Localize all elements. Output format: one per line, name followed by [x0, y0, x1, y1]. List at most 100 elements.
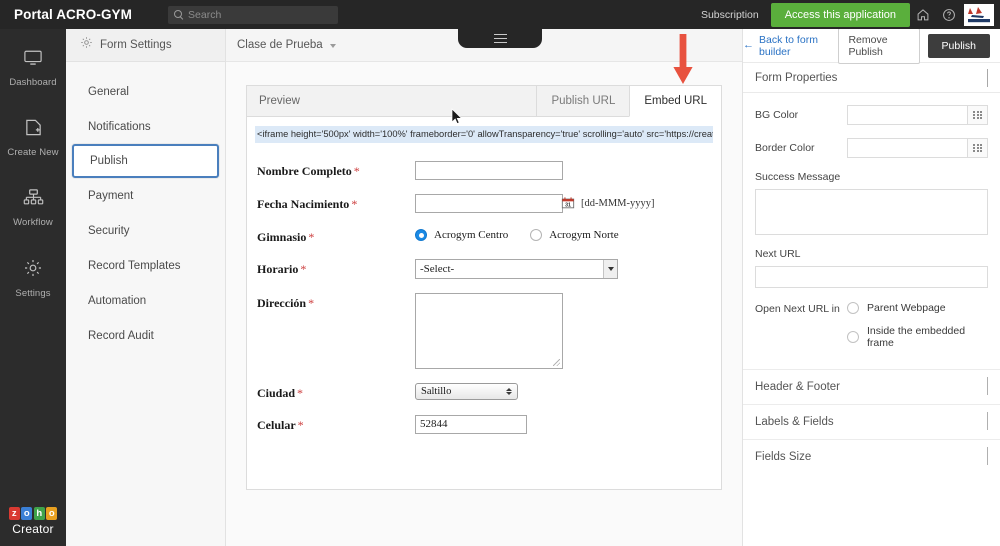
zoho-letter-o1: o	[21, 507, 33, 520]
required-marker: *	[308, 295, 315, 310]
bg-color-row: BG Color	[755, 105, 988, 125]
monitor-icon	[23, 49, 43, 72]
sidebar-item-create-new[interactable]: Create New	[0, 102, 66, 158]
sidebar-item-record-audit[interactable]: Record Audit	[66, 318, 225, 353]
svg-text:31: 31	[565, 203, 571, 209]
field-label: Ciudad *	[257, 383, 415, 401]
field-row-fecha-nacimiento: Fecha Nacimiento * 31 [dd-MMM-yyyy]	[257, 193, 711, 213]
help-icon[interactable]	[936, 0, 962, 29]
settings-menu: General Notifications Publish Payment Se…	[66, 62, 225, 353]
preview-tabs: Preview Publish URL Embed URL	[247, 86, 721, 117]
horario-select-value: -Select-	[420, 262, 455, 275]
embed-code-row: <iframe height='500px' width='100%' fram…	[247, 117, 721, 147]
top-bar: Portal ACRO-GYM Search Subscription Acce…	[0, 0, 1000, 29]
preview-label: Preview	[259, 95, 300, 107]
zoho-wordmark: z o h o	[8, 507, 58, 520]
field-row-horario: Horario * -Select-	[257, 258, 711, 279]
tab-publish-url[interactable]: Publish URL	[536, 86, 629, 116]
top-bar-right: Subscription Access this application	[701, 0, 1000, 29]
section-fields-size[interactable]: Fields Size	[743, 439, 1000, 474]
form-settings-title: Form Settings	[100, 39, 172, 51]
required-marker: *	[351, 196, 358, 211]
menu-label: Record Audit	[88, 329, 154, 342]
next-url-label: Next URL	[755, 248, 801, 260]
menu-label: Automation	[88, 294, 147, 307]
radio-label: Parent Webpage	[867, 302, 946, 314]
direccion-textarea[interactable]	[415, 292, 563, 369]
sidebar-item-publish[interactable]: Publish	[72, 144, 219, 178]
field-label: Nombre Completo *	[257, 161, 415, 179]
celular-input[interactable]: 52844	[415, 414, 527, 434]
next-url-input[interactable]	[755, 266, 988, 288]
field-label-text: Nombre Completo	[257, 163, 352, 178]
bg-color-input[interactable]	[847, 105, 988, 125]
bg-color-value	[848, 106, 967, 124]
menu-label: Record Templates	[88, 259, 181, 272]
field-label: Celular *	[257, 415, 415, 433]
tab-label: Embed URL	[644, 95, 707, 107]
zoho-letter-z: z	[8, 507, 20, 520]
back-to-form-builder-link[interactable]: ← Back to form builder	[743, 34, 830, 58]
sidebar-item-settings[interactable]: Settings	[0, 242, 66, 299]
search-input[interactable]: Search	[168, 5, 339, 24]
chevron-down-icon[interactable]	[987, 68, 988, 87]
sidebar-item-label: Create New	[7, 147, 59, 158]
radio-acrogym-centro[interactable]	[415, 228, 427, 241]
remove-publish-button[interactable]: Remove Publish	[838, 27, 920, 64]
required-marker: *	[300, 261, 307, 276]
section-label: Header & Footer	[755, 381, 841, 393]
calendar-icon[interactable]: 31	[561, 196, 575, 210]
stepper-icon	[506, 387, 512, 395]
acro-gym-logo	[964, 3, 994, 26]
sidebar-item-automation[interactable]: Automation	[66, 283, 225, 318]
field-label: Gimnasio *	[257, 227, 415, 245]
form-properties-header[interactable]: Form Properties	[743, 62, 1000, 93]
access-application-button[interactable]: Access this application	[770, 2, 910, 27]
zoho-letter-h: h	[33, 507, 45, 520]
form-settings-panel: Form Settings General Notifications Publ…	[66, 29, 226, 546]
sidebar-item-payment[interactable]: Payment	[66, 178, 225, 213]
chevron-right-icon	[987, 447, 988, 466]
color-picker-icon[interactable]	[967, 106, 987, 124]
app-brand-title: Portal ACRO-GYM	[14, 7, 133, 22]
section-labels-fields[interactable]: Labels & Fields	[743, 404, 1000, 439]
sidebar-item-record-templates[interactable]: Record Templates	[66, 248, 225, 283]
search-placeholder: Search	[188, 8, 222, 21]
radio-label: Acrogym Norte	[549, 228, 619, 241]
open-next-url-label: Open Next URL in	[755, 303, 840, 315]
hamburger-icon	[493, 33, 507, 44]
ciudad-select-value: Saltillo	[421, 385, 452, 397]
home-icon[interactable]	[910, 0, 936, 29]
sidebar-item-notifications[interactable]: Notifications	[66, 109, 225, 144]
tab-label: Publish URL	[551, 95, 616, 107]
section-header-footer[interactable]: Header & Footer	[743, 369, 1000, 404]
field-label-text: Dirección	[257, 295, 307, 310]
new-page-icon	[24, 118, 43, 142]
sidebar-item-general[interactable]: General	[66, 74, 225, 109]
radio-acrogym-norte[interactable]	[530, 228, 543, 241]
radio-inside-embedded-frame[interactable]: Inside the embedded frame	[847, 325, 988, 349]
ciudad-select[interactable]: Saltillo	[415, 382, 518, 400]
fecha-nacimiento-input[interactable]	[415, 193, 563, 213]
collapse-handle[interactable]	[458, 29, 542, 48]
color-picker-icon[interactable]	[967, 139, 987, 157]
field-row-ciudad: Ciudad * Saltillo	[257, 382, 711, 401]
field-label-text: Ciudad	[257, 385, 296, 400]
field-row-celular: Celular * 52844	[257, 414, 711, 434]
sidebar-item-dashboard[interactable]: Dashboard	[0, 33, 66, 88]
nombre-completo-input[interactable]	[415, 160, 563, 180]
publish-button[interactable]: Publish	[927, 33, 990, 58]
section-label: Labels & Fields	[755, 416, 834, 428]
subscription-link[interactable]: Subscription	[701, 9, 759, 21]
form-preview: Nombre Completo * Fecha Nacimiento * 31 …	[247, 147, 721, 434]
field-label-text: Celular	[257, 417, 296, 432]
sidebar-item-security[interactable]: Security	[66, 213, 225, 248]
chevron-down-icon[interactable]	[329, 44, 336, 48]
horario-select[interactable]: -Select-	[415, 258, 618, 279]
menu-label: Payment	[88, 189, 134, 202]
sidebar-item-workflow[interactable]: Workflow	[0, 172, 66, 228]
embed-code-text[interactable]: <iframe height='500px' width='100%' fram…	[255, 126, 713, 143]
radio-parent-webpage[interactable]: Parent Webpage	[847, 302, 988, 314]
success-message-textarea[interactable]	[755, 189, 988, 235]
border-color-input[interactable]	[847, 138, 988, 158]
